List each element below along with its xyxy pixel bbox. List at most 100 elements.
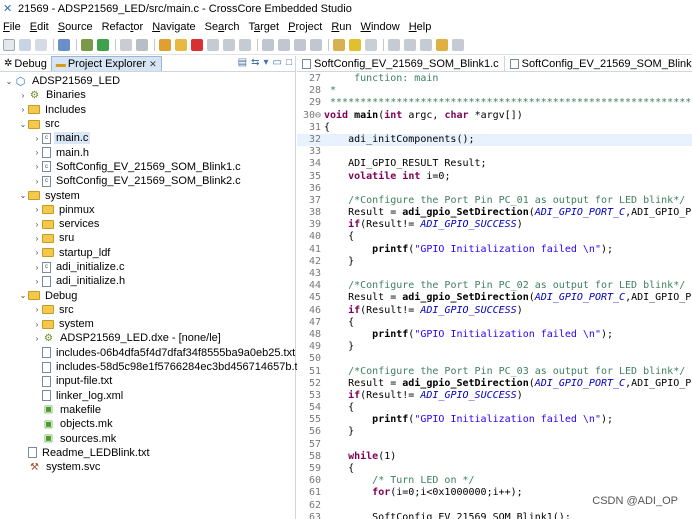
menu-help[interactable]: Help [409,21,432,33]
code-line[interactable]: 29 *************************************… [297,97,692,109]
code-line[interactable]: 36 [297,183,692,195]
code-line[interactable]: 27 function: main [297,73,692,85]
tree-item[interactable]: ▣ makefile [0,403,295,417]
code-line[interactable]: 51 /*Configure the Port Pin PC_03 as out… [297,366,692,378]
memory-icon[interactable] [278,38,290,51]
code-line[interactable]: 33 [297,146,692,158]
tree-item[interactable]: › services [0,217,295,231]
tree-item[interactable]: › src [0,303,295,317]
chevron-right-icon[interactable]: › [32,277,42,286]
registers-icon[interactable] [294,38,306,51]
menu-refactor[interactable]: Refactor [102,21,144,33]
code-line[interactable]: 50 [297,353,692,365]
tree-item[interactable]: › main.h [0,145,295,159]
forward-icon[interactable] [452,38,464,51]
tree-item[interactable]: ⌄ ⬡ ADSP21569_LED [0,74,295,88]
step-over-icon[interactable] [223,38,235,51]
code-line[interactable]: 38 Result = adi_gpio_SetDirection(ADI_GP… [297,207,692,219]
maximize-icon[interactable]: □ [286,57,292,68]
annotation-icon[interactable] [388,38,400,51]
code-line[interactable]: 52 Result = adi_gpio_SetDirection(ADI_GP… [297,378,692,390]
tree-item[interactable]: › adi_initialize.h [0,274,295,288]
tree-item[interactable]: › pinmux [0,203,295,217]
resume-icon[interactable] [159,38,171,51]
chevron-right-icon[interactable]: › [32,177,42,186]
tree-item[interactable]: › ⚙ Binaries [0,88,295,102]
chevron-right-icon[interactable]: › [32,234,42,243]
save-all-icon[interactable] [35,38,47,51]
code-line[interactable]: 44 /*Configure the Port Pin PC_02 as out… [297,280,692,292]
menu-file[interactable]: File [3,21,21,33]
code-editor[interactable]: 27 function: main 28 * 29 ****************… [297,73,692,519]
new-icon[interactable] [3,38,15,51]
step-into-icon[interactable] [207,38,219,51]
code-line[interactable]: 39 if(Result!= ADI_GPIO_SUCCESS) [297,219,692,231]
chevron-right-icon[interactable]: › [18,105,28,114]
code-line[interactable]: 53 if(Result!= ADI_GPIO_SUCCESS) [297,390,692,402]
tree-item[interactable]: includes-06b4dfa5f4d7dfaf34f8555ba9a0eb2… [0,346,295,360]
tree-item[interactable]: ⚒ system.svc [0,460,295,474]
menu-window[interactable]: Window [361,21,400,33]
stop-icon[interactable] [136,38,148,51]
pen-icon[interactable] [349,38,361,51]
code-line[interactable]: 57 [297,439,692,451]
code-line[interactable]: 48 printf("GPIO Initialization failed \n… [297,329,692,341]
tree-item[interactable]: includes-58d5c98e1f5766284ec3bd456714657… [0,360,306,374]
tree-item[interactable]: ▣ objects.mk [0,417,295,431]
code-line[interactable]: 56 } [297,426,692,438]
disassembly-icon[interactable] [310,38,322,51]
code-line[interactable]: 47 { [297,317,692,329]
code-line[interactable]: 60 /* Turn LED on */ [297,475,692,487]
chevron-right-icon[interactable]: › [18,91,28,100]
link-editor-icon[interactable]: ⇆ [251,57,259,68]
code-line[interactable]: 54 { [297,402,692,414]
code-line[interactable]: 46 if(Result!= ADI_GPIO_SUCCESS) [297,305,692,317]
back-icon[interactable] [436,38,448,51]
code-line[interactable]: 55 printf("GPIO Initialization failed \n… [297,414,692,426]
run-icon[interactable] [97,38,109,51]
menu-source[interactable]: Source [58,21,93,33]
code-line[interactable]: 43 [297,268,692,280]
dropdown-icon[interactable] [365,38,377,51]
code-line[interactable]: 30⊖ void main(int argc, char *argv[]) [297,110,692,122]
code-line[interactable]: 42 } [297,256,692,268]
menu-search[interactable]: Search [205,21,240,33]
terminate-icon[interactable] [191,38,203,51]
tree-item[interactable]: › c adi_initialize.c [0,260,295,274]
menu-run[interactable]: Run [331,21,351,33]
search-icon[interactable] [404,38,416,51]
editor-tab[interactable]: SoftConfig_EV_21569_SOM_Blink1.c [297,56,505,71]
code-line[interactable]: 59 { [297,463,692,475]
close-icon[interactable]: ✕ [149,59,157,70]
tree-item[interactable]: ⌄ system [0,188,295,202]
tree-item[interactable]: linker_log.xml [0,389,295,403]
code-line[interactable]: 49 } [297,341,692,353]
step-return-icon[interactable] [239,38,251,51]
breakpoint-icon[interactable] [120,38,132,51]
minimize-icon[interactable]: ▭ [273,57,282,68]
collapse-all-icon[interactable]: ▤ [238,57,247,68]
tree-item[interactable]: › c SoftConfig_EV_21569_SOM_Blink1.c [0,160,295,174]
tree-item[interactable]: Readme_LEDBlink.txt [0,446,295,460]
code-line[interactable]: 37 /*Configure the Port Pin PC_01 as out… [297,195,692,207]
tree-item[interactable]: ▣ sources.mk [0,431,295,445]
chevron-right-icon[interactable]: › [32,205,42,214]
debug-icon[interactable] [81,38,93,51]
chevron-down-icon[interactable]: ⌄ [18,291,28,300]
tree-item[interactable]: › system [0,317,295,331]
menu-edit[interactable]: Edit [30,21,49,33]
pause-icon[interactable] [175,38,187,51]
filter-icon[interactable]: ▾ [263,57,268,68]
editor-tab[interactable]: SoftConfig_EV_21569_SOM_Blink2.c [505,56,692,71]
code-line[interactable]: 63 SoftConfig_EV_21569_SOM_Blink1(); [297,512,692,519]
code-line[interactable]: 41 printf("GPIO Initialization failed \n… [297,244,692,256]
tree-item[interactable]: › startup_ldf [0,246,295,260]
tree-item[interactable]: › ⚙ ADSP21569_LED.dxe - [none/le] [0,331,295,345]
tree-item[interactable]: › c main.c [0,131,295,145]
code-line[interactable]: 28 * [297,85,692,97]
chevron-right-icon[interactable]: › [32,248,42,257]
chevron-down-icon[interactable]: ⌄ [4,77,14,86]
code-line[interactable]: 58 while(1) [297,451,692,463]
open-file-icon[interactable] [333,38,345,51]
chevron-right-icon[interactable]: › [32,263,42,272]
